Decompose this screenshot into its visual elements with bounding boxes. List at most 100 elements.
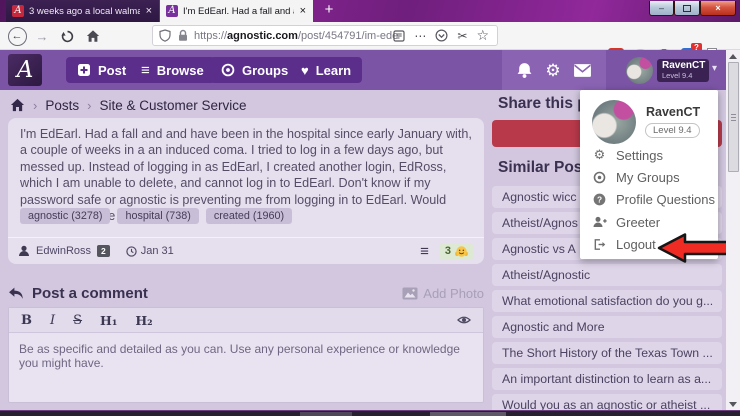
logout-icon — [592, 238, 607, 251]
header-icon-panel: ⚙ — [502, 50, 606, 90]
target-icon — [592, 171, 607, 184]
pocket-icon[interactable] — [435, 29, 448, 42]
comment-sort-icon[interactable]: ≡ — [420, 243, 429, 260]
menu-item-profile-questions[interactable]: ? Profile Questions — [580, 189, 718, 211]
hug-emoji-icon — [455, 245, 468, 258]
browse-button[interactable]: ≡ Browse — [130, 57, 215, 83]
preview-eye-icon[interactable] — [457, 314, 471, 326]
taskbar-segment — [430, 412, 506, 416]
comment-title: Post a comment — [32, 285, 148, 302]
menu-label: Profile Questions — [616, 192, 715, 207]
groups-button[interactable]: Groups — [210, 57, 299, 83]
screenshot-scissors-icon[interactable]: ✂ — [457, 29, 467, 43]
triangle-up-icon — [729, 54, 737, 59]
learn-button[interactable]: ♥ Learn — [290, 57, 362, 83]
learn-label: Learn — [316, 63, 351, 78]
url-bar[interactable]: https://agnostic.com/post/454791/im-ede … — [152, 25, 498, 46]
maximize-button[interactable] — [674, 1, 700, 16]
settings-gear-icon[interactable]: ⚙ — [545, 62, 560, 79]
person-plus-icon — [592, 216, 607, 228]
scrollbar-thumb[interactable] — [728, 62, 739, 172]
agnostic-favicon-purple: A — [166, 5, 178, 17]
agnostic-logo[interactable]: A — [8, 54, 42, 86]
reply-arrow-icon — [8, 287, 24, 300]
reaction-badge[interactable]: 3 — [439, 244, 474, 259]
author-badge: 2 — [97, 245, 110, 257]
target-icon — [221, 63, 235, 77]
home-button[interactable] — [82, 22, 104, 50]
similar-post-item[interactable]: What emotional satisfaction do you g... — [492, 290, 722, 312]
scroll-down-arrow[interactable] — [726, 398, 740, 410]
author-name[interactable]: EdwinRoss — [36, 245, 91, 257]
browser-window: A 3 weeks ago a local walmart e × A I'm … — [0, 0, 740, 416]
similar-post-item[interactable]: Agnostic and More — [492, 316, 722, 338]
post-card: I'm EdEarl. Had a fall and and have been… — [8, 118, 484, 264]
lock-icon — [177, 29, 189, 42]
forward-button[interactable]: → — [32, 22, 52, 50]
add-photo-button[interactable]: Add Photo — [402, 286, 484, 301]
strikethrough-button[interactable]: S — [73, 313, 82, 328]
clock-icon — [126, 246, 137, 257]
similar-post-item[interactable]: Would you as an agnostic or atheist ... — [492, 394, 722, 410]
minimize-button[interactable]: – — [649, 1, 674, 16]
dropdown-avatar — [592, 100, 636, 144]
post-button[interactable]: Post — [66, 57, 137, 83]
window-controls: – × — [649, 1, 736, 16]
breadcrumb-category[interactable]: Site & Customer Service — [99, 98, 246, 113]
chevron-icon: › — [87, 98, 91, 113]
tag[interactable]: created (1960) — [206, 208, 292, 224]
comment-editor: B I S H₁ H₂ — [8, 307, 484, 403]
bold-button[interactable]: B — [21, 313, 32, 328]
url-text: https://agnostic.com/post/454791/im-ede — [194, 30, 412, 42]
page-scrollbar[interactable] — [726, 50, 740, 410]
tab-title: I'm EdEarl. Had a fall and and h — [183, 6, 294, 17]
user-name: RavenCT — [662, 61, 704, 72]
maximize-icon — [683, 5, 691, 12]
similar-post-item[interactable]: An important distinction to learn as a..… — [492, 368, 722, 390]
tab-walmart[interactable]: A 3 weeks ago a local walmart e × — [6, 0, 159, 22]
question-circle-icon: ? — [592, 193, 607, 206]
breadcrumb-posts[interactable]: Posts — [45, 98, 79, 113]
format-toolbar: B I S H₁ H₂ — [9, 308, 483, 333]
heading2-button[interactable]: H₂ — [135, 313, 152, 328]
tag[interactable]: hospital (738) — [117, 208, 198, 224]
close-button[interactable]: × — [700, 1, 736, 16]
triangle-down-icon — [729, 402, 737, 407]
similar-post-item[interactable]: Atheist/Agnostic — [492, 264, 722, 286]
notifications-bell-icon[interactable] — [516, 62, 533, 79]
messages-envelope-icon[interactable] — [573, 63, 592, 78]
reload-icon — [61, 30, 74, 43]
home-icon[interactable] — [10, 98, 25, 112]
menu-lines-icon: ≡ — [141, 62, 150, 79]
person-icon — [18, 245, 30, 257]
tag[interactable]: agnostic (3278) — [20, 208, 110, 224]
menu-item-my-groups[interactable]: My Groups — [580, 166, 718, 188]
page-actions-menu-icon[interactable]: ⋯ — [414, 29, 426, 43]
page-actions: ⋯ ✂ ☆ — [393, 26, 489, 45]
user-avatar[interactable] — [626, 57, 653, 84]
comment-input[interactable] — [9, 333, 483, 402]
reload-button[interactable] — [56, 22, 78, 50]
menu-label: Logout — [616, 237, 656, 252]
back-icon: ← — [8, 27, 27, 46]
italic-button[interactable]: I — [50, 313, 55, 328]
similar-post-item[interactable]: The Short History of the Texas Town ... — [492, 342, 722, 364]
reader-mode-icon[interactable] — [393, 30, 405, 42]
taskbar-edge — [0, 410, 740, 416]
tab-title: 3 weeks ago a local walmart e — [29, 6, 140, 17]
scroll-up-arrow[interactable] — [726, 50, 740, 62]
add-photo-label: Add Photo — [423, 286, 484, 301]
heading1-button[interactable]: H₁ — [100, 313, 117, 328]
gear-icon: ⚙ — [592, 147, 607, 163]
tab-close-icon[interactable]: × — [145, 5, 153, 17]
menu-item-settings[interactable]: ⚙ Settings — [580, 144, 718, 166]
user-badge[interactable]: RavenCT Level 9.4 — [657, 59, 709, 82]
back-button[interactable]: ← — [6, 22, 28, 50]
tab-close-icon[interactable]: × — [299, 5, 307, 17]
annotation-arrow — [654, 231, 726, 265]
user-menu-caret-icon[interactable]: ▾ — [712, 63, 717, 74]
bookmark-star-icon[interactable]: ☆ — [476, 27, 489, 44]
new-tab-button[interactable]: + — [320, 1, 338, 18]
menu-label: Settings — [616, 148, 663, 163]
tab-edearl-active[interactable]: A I'm EdEarl. Had a fall and and h × — [160, 0, 313, 22]
